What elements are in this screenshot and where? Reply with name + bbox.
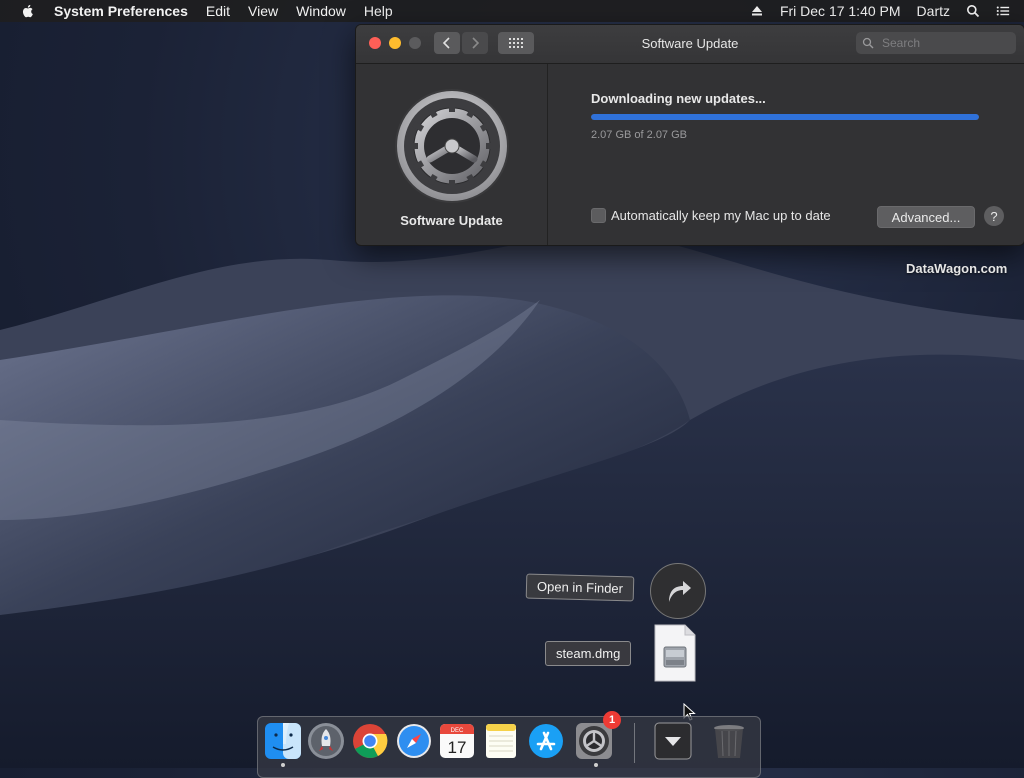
file-label[interactable]: steam.dmg [545, 641, 632, 666]
dmg-file-icon[interactable] [653, 623, 697, 683]
safari-icon[interactable] [395, 722, 433, 760]
spotlight-search-icon[interactable] [966, 4, 980, 18]
notes-icon[interactable] [482, 722, 520, 760]
back-button[interactable] [434, 32, 460, 54]
advanced-button[interactable]: Advanced... [877, 206, 975, 228]
calendar-month: DEC [451, 728, 464, 734]
software-update-window: Software Update Search Software Update D… [355, 24, 1024, 246]
menu-app-name[interactable]: System Preferences [54, 3, 188, 19]
calendar-icon[interactable]: DEC 17 [438, 722, 476, 760]
chevron-left-icon [442, 37, 450, 49]
auto-update-label[interactable]: Automatically keep my Mac up to date [611, 208, 831, 223]
menu-clock[interactable]: Fri Dec 17 1:40 PM [780, 3, 901, 19]
download-progress-bar [591, 114, 979, 120]
close-window-button[interactable] [369, 37, 381, 49]
menu-bar: System Preferences Edit View Window Help… [0, 0, 1024, 22]
auto-update-option[interactable]: Automatically keep my Mac up to date [591, 208, 831, 223]
menu-edit[interactable]: Edit [206, 3, 230, 19]
launchpad-icon[interactable] [307, 722, 345, 760]
sidebar-label: Software Update [400, 213, 503, 228]
finder-icon[interactable] [264, 722, 302, 760]
notification-center-icon[interactable] [996, 4, 1010, 18]
update-main-panel: Downloading new updates... 2.07 GB of 2.… [548, 64, 1024, 245]
finder-running-dot [281, 763, 285, 767]
search-icon [862, 37, 874, 49]
menu-help[interactable]: Help [364, 3, 393, 19]
auto-update-checkbox[interactable] [591, 208, 606, 223]
help-button[interactable]: ? [984, 206, 1004, 226]
search-input[interactable] [880, 35, 1004, 51]
download-size: 2.07 GB of 2.07 GB [591, 129, 688, 141]
curved-arrow-icon [669, 581, 691, 602]
menu-user[interactable]: Dartz [917, 3, 950, 19]
minimize-window-button[interactable] [389, 37, 401, 49]
eject-icon[interactable] [750, 4, 764, 18]
apple-menu-icon[interactable] [20, 3, 36, 19]
app-store-icon[interactable] [527, 722, 565, 760]
search-field[interactable] [856, 32, 1016, 54]
zoom-window-button [409, 37, 421, 49]
menu-window[interactable]: Window [296, 3, 346, 19]
show-all-button[interactable] [498, 32, 534, 54]
open-in-finder-label[interactable]: Open in Finder [525, 573, 635, 602]
sidebar-panel: Software Update [356, 64, 548, 245]
window-titlebar[interactable]: Software Update [356, 25, 1024, 64]
downloads-stack-icon[interactable] [654, 722, 692, 760]
trash-icon[interactable] [710, 722, 748, 760]
grid-icon [509, 38, 523, 48]
dock: DEC 17 1 [257, 711, 761, 778]
chevron-right-icon [472, 37, 480, 49]
notification-badge: 1 [603, 711, 621, 729]
forward-button[interactable] [462, 32, 488, 54]
open-in-finder-button[interactable] [650, 563, 706, 619]
software-update-gear-icon [395, 89, 509, 203]
menu-view[interactable]: View [248, 3, 278, 19]
calendar-day: 17 [448, 738, 467, 757]
system-preferences-running-dot [594, 763, 598, 767]
watermark: DataWagon.com [906, 261, 1008, 276]
progress-fill [591, 114, 979, 120]
chrome-icon[interactable] [351, 722, 389, 760]
download-status: Downloading new updates... [591, 91, 766, 106]
dock-separator [634, 723, 635, 763]
